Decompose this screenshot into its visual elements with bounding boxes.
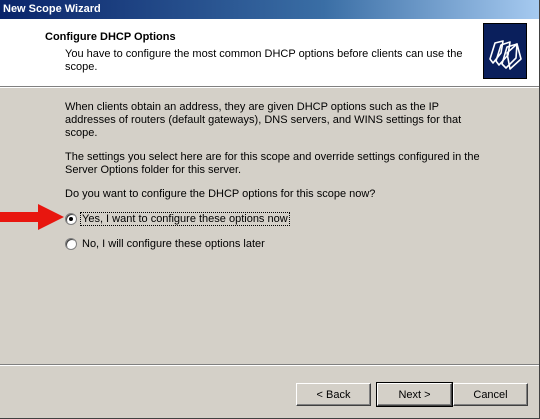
back-button-label: < Back (316, 388, 351, 401)
radio-button-no[interactable] (65, 238, 77, 250)
radio-option-yes[interactable]: Yes, I want to configure these options n… (65, 211, 290, 227)
title-bar[interactable]: New Scope Wizard (0, 0, 539, 19)
next-button[interactable]: Next > (376, 382, 453, 407)
wizard-folders-icon (483, 23, 527, 79)
wizard-header: Configure DHCP Options You have to confi… (0, 19, 539, 87)
wizard-window: New Scope Wizard Configure DHCP Options … (0, 0, 540, 419)
cancel-button-label: Cancel (473, 388, 508, 401)
radio-label-yes[interactable]: Yes, I want to configure these options n… (80, 212, 290, 226)
info-paragraph-clients: When clients obtain an address, they are… (65, 101, 462, 139)
page-title: Configure DHCP Options (45, 31, 176, 43)
footer-divider (0, 364, 539, 366)
back-button[interactable]: < Back (296, 383, 371, 406)
next-button-label: Next > (398, 388, 431, 401)
radio-option-no[interactable]: No, I will configure these options later (65, 236, 266, 252)
page-subtitle: You have to configure the most common DH… (65, 48, 463, 73)
question-text: Do you want to configure the DHCP option… (65, 188, 376, 200)
red-arrow-annotation-icon (0, 204, 64, 230)
radio-button-yes[interactable] (65, 213, 77, 225)
cancel-button[interactable]: Cancel (453, 383, 528, 406)
header-divider (0, 87, 539, 88)
info-paragraph-settings: The settings you select here are for thi… (65, 151, 480, 176)
radio-label-no[interactable]: No, I will configure these options later (81, 238, 266, 250)
window-title: New Scope Wizard (3, 3, 101, 15)
